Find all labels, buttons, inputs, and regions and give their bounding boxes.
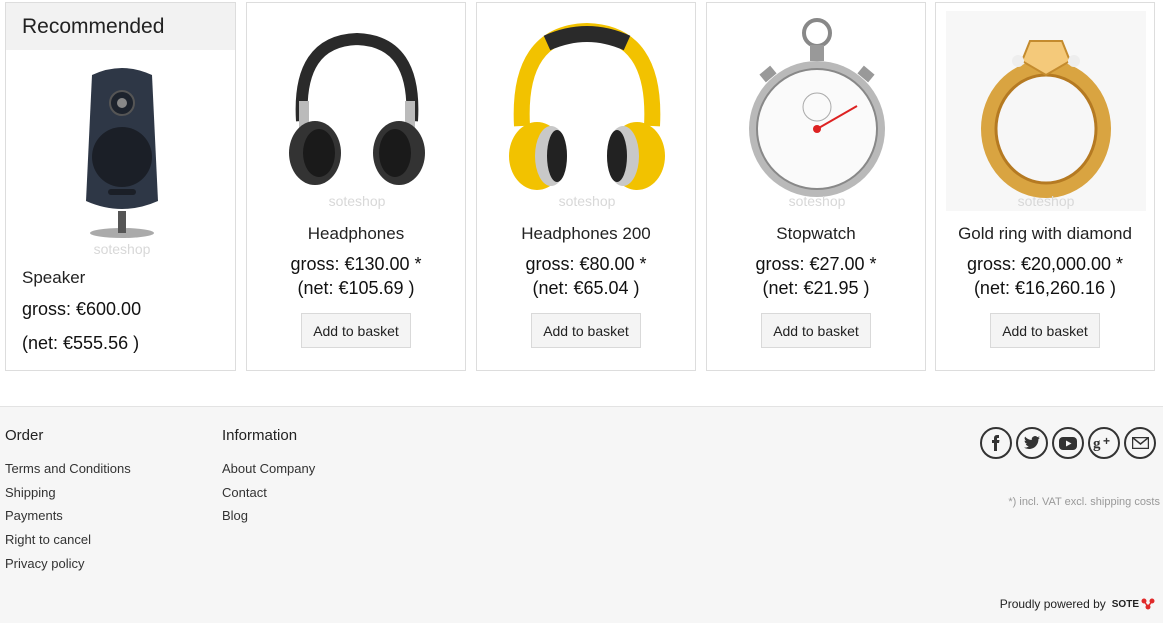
gross-price: gross: €20,000.00 * [966, 254, 1124, 274]
twitter-icon[interactable] [1016, 427, 1048, 459]
footer: Order Terms and Conditions Shipping Paym… [0, 406, 1163, 623]
gold-ring-product-image[interactable]: soteshop [946, 11, 1146, 211]
svg-text:+: + [1103, 435, 1110, 448]
footer-information-links: About Company Contact Blog [222, 459, 315, 530]
add-to-basket-button[interactable]: Add to basket [761, 313, 871, 348]
net-price: (net: €65.04 ) [532, 278, 640, 298]
headphones-200-product-image[interactable]: soteshop [487, 11, 687, 211]
vat-note: *) incl. VAT excl. shipping costs [1008, 496, 1160, 508]
sote-logo[interactable]: SOTE [1112, 598, 1155, 610]
net-price: (net: €16,260.16 ) [973, 278, 1117, 298]
footer-information-title: Information [222, 427, 298, 444]
facebook-icon[interactable] [980, 427, 1012, 459]
watermark: soteshop [94, 241, 151, 257]
footer-link-terms[interactable]: Terms and Conditions [5, 459, 131, 483]
net-price: (net: €21.95 ) [762, 278, 870, 298]
product-card: soteshop Headphones gross: €130.00 * (ne… [246, 2, 466, 371]
watermark: soteshop [559, 193, 616, 209]
recommended-net-price: (net: €555.56 ) [22, 333, 140, 353]
product-card: soteshop Gold ring with diamond gross: €… [935, 2, 1155, 371]
add-to-basket-button[interactable]: Add to basket [531, 313, 641, 348]
footer-link-contact[interactable]: Contact [222, 483, 315, 507]
add-to-basket-button[interactable]: Add to basket [301, 313, 411, 348]
footer-order-title: Order [5, 427, 44, 444]
watermark: soteshop [1018, 193, 1075, 209]
product-name[interactable]: Stopwatch [707, 224, 925, 244]
headphones-product-image[interactable]: soteshop [257, 11, 457, 211]
recommended-box: Recommended soteshop Speaker gross: €600… [5, 2, 236, 371]
mail-icon[interactable] [1124, 427, 1156, 459]
footer-link-about-company[interactable]: About Company [222, 459, 315, 483]
product-name[interactable]: Gold ring with diamond [936, 224, 1154, 244]
footer-link-privacy-policy[interactable]: Privacy policy [5, 554, 131, 578]
product-card: soteshop Stopwatch gross: €27.00 * (net:… [706, 2, 926, 371]
sote-brand-text: SOTE [1111, 598, 1139, 610]
powered-by: Proudly powered by SOTE [1000, 597, 1155, 611]
social-links: g + [980, 427, 1156, 459]
gross-price: gross: €130.00 * [290, 254, 422, 274]
footer-link-right-to-cancel[interactable]: Right to cancel [5, 530, 131, 554]
watermark: soteshop [789, 193, 846, 209]
recommended-gross-price: gross: €600.00 [22, 299, 142, 319]
stopwatch-product-image[interactable]: soteshop [717, 11, 917, 211]
recommended-title: Recommended [6, 3, 235, 50]
speaker-product-image[interactable]: soteshop [22, 61, 222, 261]
footer-link-payments[interactable]: Payments [5, 506, 131, 530]
footer-link-blog[interactable]: Blog [222, 506, 315, 530]
gross-price: gross: €27.00 * [755, 254, 877, 274]
google-plus-icon[interactable]: g + [1088, 427, 1120, 459]
youtube-icon[interactable] [1052, 427, 1084, 459]
watermark: soteshop [329, 193, 386, 209]
recommended-product-name[interactable]: Speaker [22, 268, 85, 288]
product-card: soteshop Headphones 200 gross: €80.00 * … [476, 2, 696, 371]
sote-logo-icon [1141, 598, 1155, 610]
product-name[interactable]: Headphones 200 [477, 224, 695, 244]
powered-by-label: Proudly powered by [999, 597, 1106, 611]
gross-price: gross: €80.00 * [525, 254, 647, 274]
product-name[interactable]: Headphones [247, 224, 465, 244]
net-price: (net: €105.69 ) [297, 278, 415, 298]
footer-link-shipping[interactable]: Shipping [5, 483, 131, 507]
footer-order-links: Terms and Conditions Shipping Payments R… [5, 459, 131, 577]
svg-text:g: g [1093, 436, 1101, 451]
add-to-basket-button[interactable]: Add to basket [990, 313, 1100, 348]
